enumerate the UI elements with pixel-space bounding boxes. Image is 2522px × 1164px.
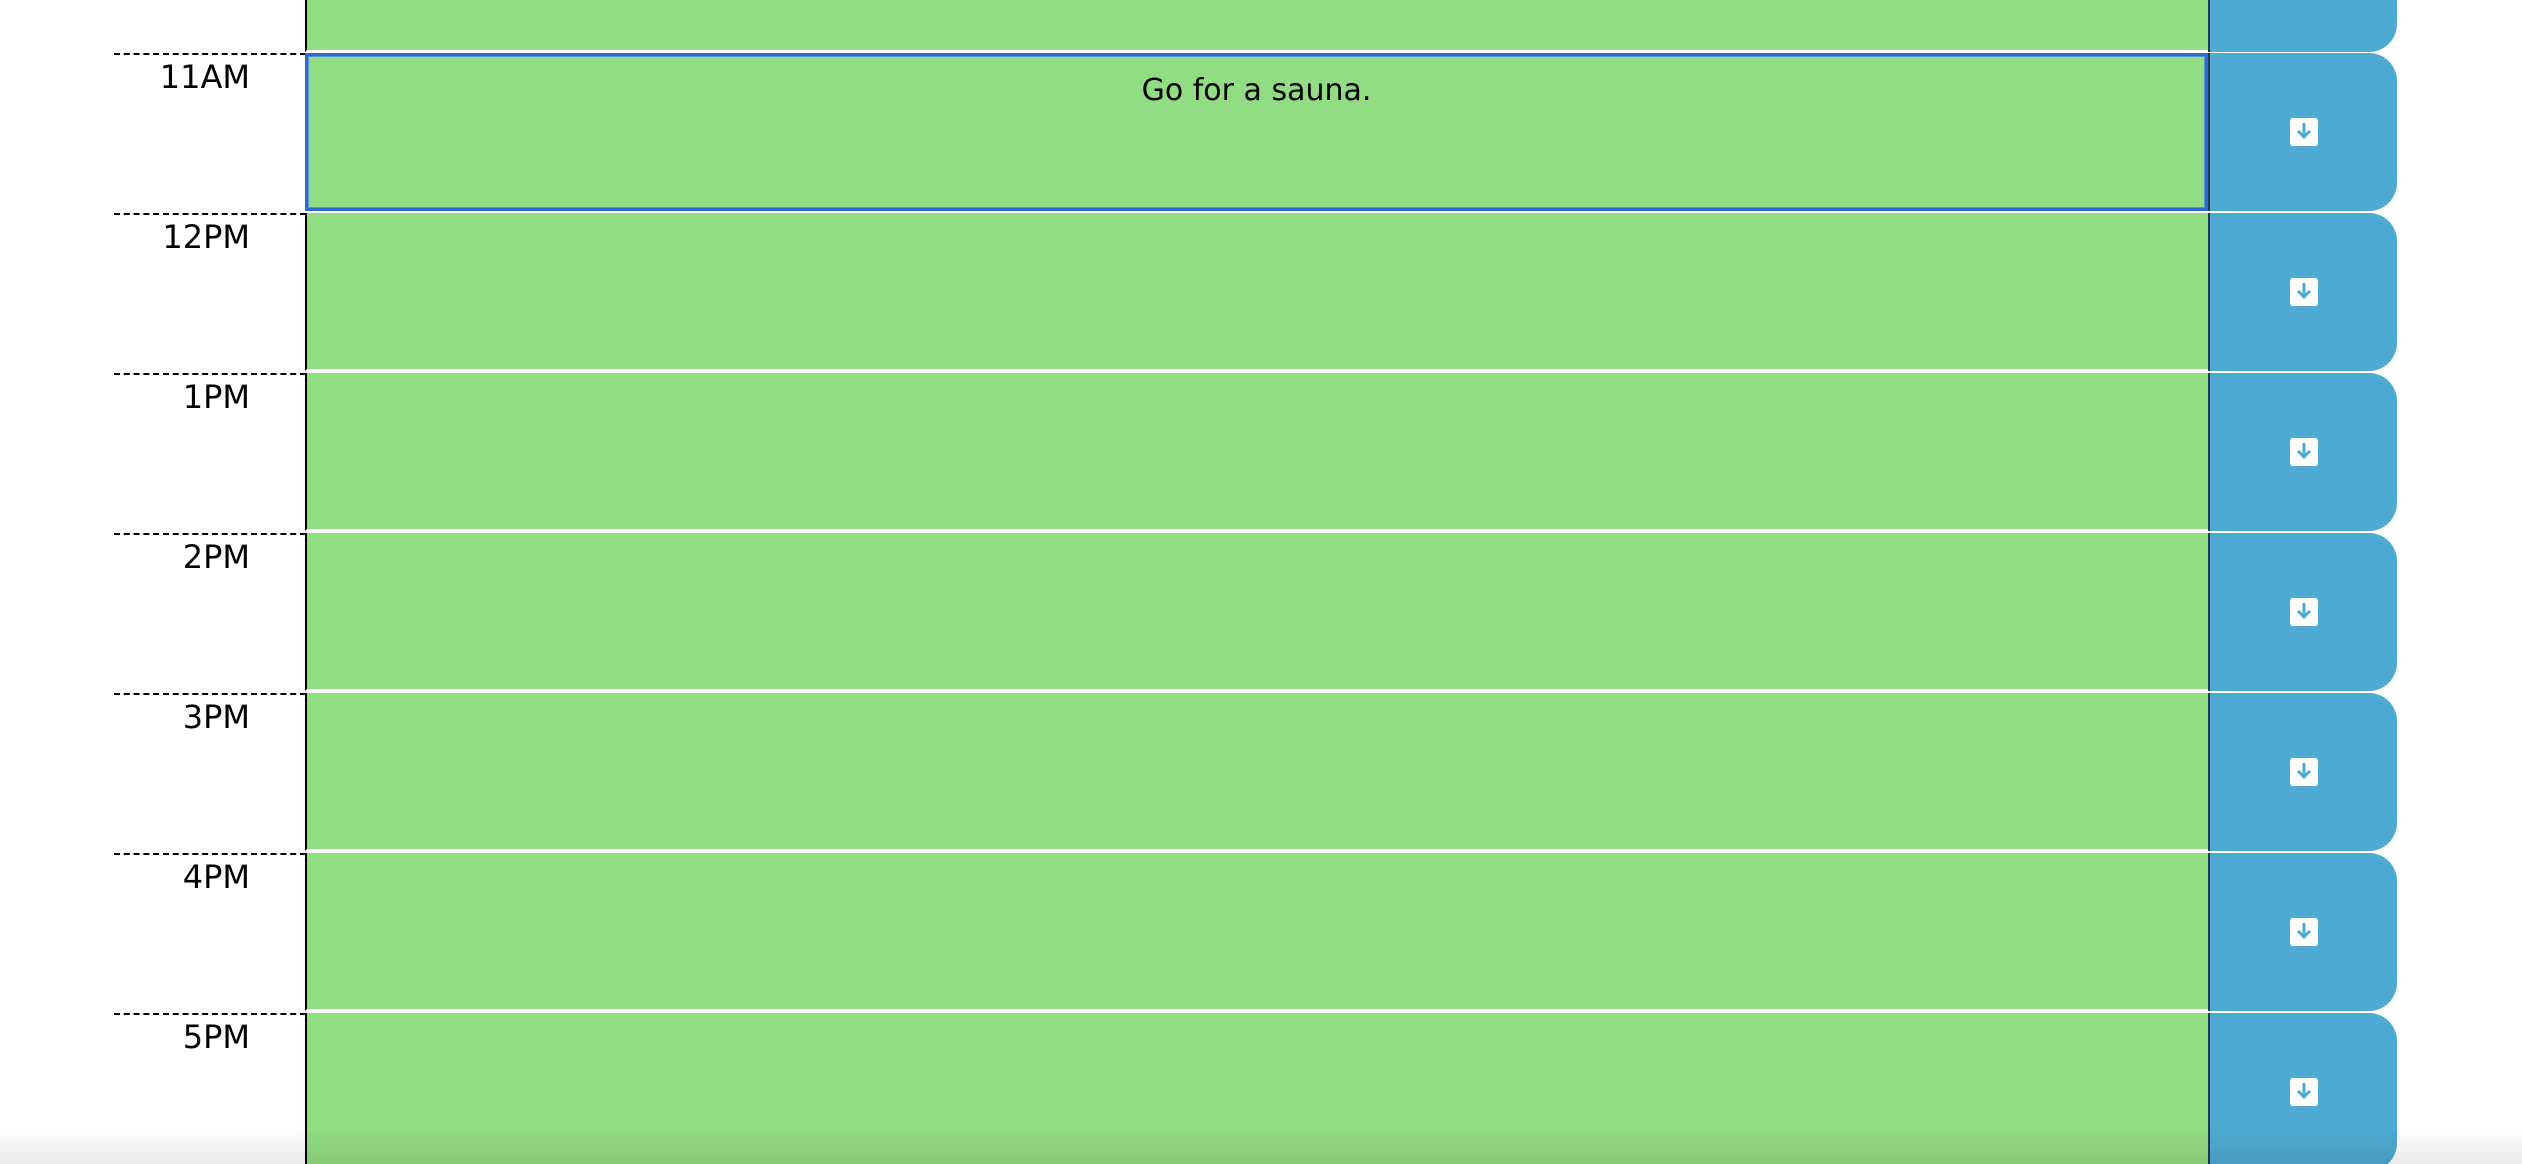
event-description-input[interactable] [305,693,2208,851]
save-button[interactable] [2208,533,2397,691]
day-planner: 11AM Go for a sauna. 12PM 1PM 2PM 3PM 4P… [0,0,2522,1164]
event-description-input[interactable] [305,853,2208,1011]
save-download-icon [2290,758,2318,786]
save-download-icon [2290,118,2318,146]
time-block-11am: 11AM Go for a sauna. [0,53,2522,213]
time-block-partial [0,0,2522,54]
save-download-icon [2290,278,2318,306]
hour-label: 1PM [114,373,306,533]
time-block-12pm: 12PM [0,213,2522,373]
hour-label: 12PM [114,213,306,373]
event-description-input[interactable] [305,213,2208,371]
time-blocks: 11AM Go for a sauna. 12PM 1PM 2PM 3PM 4P… [0,53,2522,1164]
time-block-1pm: 1PM [0,373,2522,533]
save-button[interactable] [2208,53,2397,211]
save-button[interactable] [2208,693,2397,851]
save-button[interactable] [2208,213,2397,371]
time-block-3pm: 3PM [0,693,2522,853]
event-description-input[interactable] [305,533,2208,691]
hour-label: 5PM [114,1013,306,1164]
hour-label: 4PM [114,853,306,1013]
save-button[interactable] [2208,1013,2397,1164]
save-download-icon [2290,918,2318,946]
event-description-input[interactable] [305,0,2208,52]
save-download-icon [2290,598,2318,626]
save-download-icon [2290,1078,2318,1106]
time-block-5pm: 5PM [0,1013,2522,1164]
event-description-input[interactable] [305,373,2208,531]
save-button[interactable] [2208,853,2397,1011]
event-description-input[interactable]: Go for a sauna. [305,53,2208,211]
hour-label: 2PM [114,533,306,693]
hour-label: 3PM [114,693,306,853]
hour-label [114,0,306,54]
time-block-2pm: 2PM [0,533,2522,693]
save-button[interactable] [2208,373,2397,531]
time-block-4pm: 4PM [0,853,2522,1013]
save-button[interactable] [2208,0,2397,52]
event-description-input[interactable] [305,1013,2208,1164]
save-download-icon [2290,438,2318,466]
hour-label: 11AM [114,53,306,213]
